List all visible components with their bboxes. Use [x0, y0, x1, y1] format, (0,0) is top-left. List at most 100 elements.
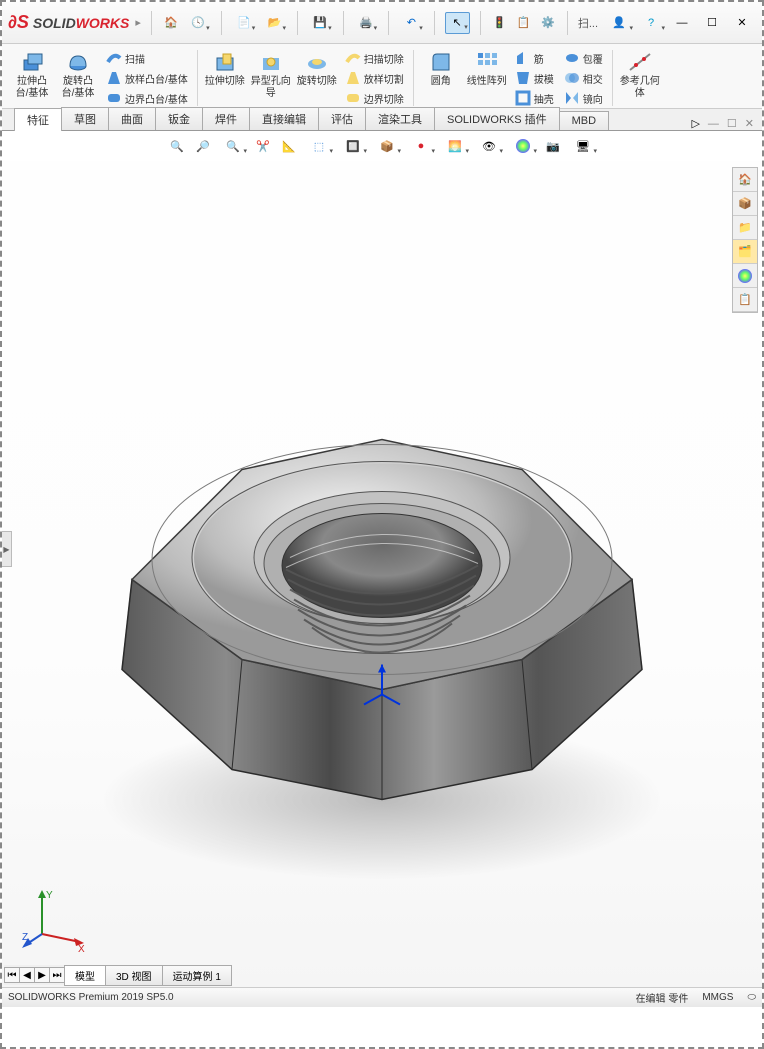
doc-min-icon[interactable]: — [708, 118, 719, 130]
view-toolbar: 🔍 🔎 🔍 ✂️ 📐 ⬚ 🔲 📦 ● 🌅 👁 📷 🖥 [2, 131, 762, 161]
viewport-3d[interactable]: 🏠 📦 📁 🗂️ 📋 [2, 161, 762, 987]
shell-button[interactable]: 抽壳 [511, 88, 558, 108]
tab-scroll-last-button[interactable]: ⏭ [49, 967, 65, 983]
taskpane-home-button[interactable]: 🏠 [733, 168, 757, 192]
doc-tab-model[interactable]: 模型 [64, 965, 106, 986]
linear-pattern-button[interactable]: 线性阵列 [465, 48, 509, 90]
status-extra-icon[interactable]: ⬭ [747, 992, 756, 1003]
search-label[interactable]: 扫... [578, 15, 598, 31]
tab-scroll-next-button[interactable]: ▶ [34, 967, 50, 983]
extrude-cut-button[interactable]: 拉伸切除 [203, 48, 247, 90]
doc-expand-icon[interactable]: ▷ [691, 117, 699, 130]
apply-scene-button[interactable]: 🖥 [568, 135, 598, 157]
linear-pattern-icon [475, 50, 499, 74]
orientation-button[interactable]: ⬚ [304, 135, 334, 157]
color-ball-icon [737, 268, 753, 284]
zoom-fit-button[interactable]: 🔍 [166, 135, 188, 157]
home-button[interactable]: 🏠 [162, 12, 180, 34]
tab-surfaces[interactable]: 曲面 [108, 107, 156, 130]
tab-mbd[interactable]: MBD [559, 111, 609, 130]
sweep-button[interactable]: 扫描 [102, 48, 192, 68]
recent-button[interactable]: 🕓 [186, 12, 211, 34]
intersect-button[interactable]: 相交 [560, 68, 607, 88]
user-button[interactable]: 👤 [604, 12, 634, 34]
boundary-boss-button[interactable]: 边界凸台/基体 [102, 88, 192, 108]
fillet-button[interactable]: 圆角 [419, 48, 463, 90]
display-style-button[interactable]: 🔲 [338, 135, 368, 157]
sweep-cut-button[interactable]: 扫描切除 [341, 48, 408, 68]
display-style-icon: 🔲 [346, 140, 360, 153]
feature-tree-flyout-handle[interactable]: ▶ [2, 531, 12, 567]
select-button[interactable]: ↖ [445, 12, 470, 34]
edit-appearance-button[interactable] [508, 135, 538, 157]
boundary-cut-button[interactable]: 边界切除 [341, 88, 408, 108]
zoom-area-button[interactable]: 🔎 [192, 135, 214, 157]
ref-geom-button[interactable]: 参考几何体 [618, 48, 662, 102]
scene-button[interactable]: 🌅 [440, 135, 470, 157]
taskpane-library-button[interactable]: 📁 [733, 216, 757, 240]
tab-render[interactable]: 渲染工具 [365, 107, 435, 130]
wrap-button[interactable]: 包覆 [560, 48, 607, 68]
tab-direct-edit[interactable]: 直接编辑 [249, 107, 319, 130]
tab-evaluate[interactable]: 评估 [318, 107, 366, 130]
revolve-cut-icon [305, 50, 329, 74]
mirror-button[interactable]: 镜向 [560, 88, 607, 108]
boundary-cut-icon [345, 90, 361, 106]
doc-props-button[interactable]: 📋 [515, 12, 533, 34]
expand-arrow-icon[interactable]: ▸ [135, 16, 141, 29]
tab-scroll-first-button[interactable]: ⏮ [4, 967, 20, 983]
user-icon: 👤 [612, 16, 626, 29]
status-units[interactable]: MMGS [702, 992, 733, 1003]
minimize-button[interactable]: — [668, 12, 696, 34]
coordinate-triad[interactable]: Y X Z [22, 884, 92, 957]
help-button[interactable]: ? [636, 12, 666, 34]
wrap-icon [564, 50, 580, 66]
dynamic-annotation-button[interactable]: 📐 [278, 135, 300, 157]
tab-addins[interactable]: SOLIDWORKS 插件 [434, 107, 560, 130]
view-settings-button[interactable]: 👁 [474, 135, 504, 157]
new-button[interactable]: 📄 [231, 12, 256, 34]
taskpane-view-palette-button[interactable]: 🗂️ [733, 240, 757, 264]
minimize-icon: — [677, 17, 688, 29]
appearance-button[interactable]: ● [406, 135, 436, 157]
loft-cut-button[interactable]: 放样切割 [341, 68, 408, 88]
extrude-boss-button[interactable]: 拉伸凸台/基体 [10, 48, 54, 102]
mirror-icon [564, 90, 580, 106]
extrude-cut-icon [213, 50, 237, 74]
statusbar: SOLIDWORKS Premium 2019 SP5.0 在编辑 零件 MMG… [2, 987, 762, 1007]
rib-button[interactable]: 筋 [511, 48, 558, 68]
close-icon: ✕ [737, 16, 746, 29]
taskpane-resources-button[interactable]: 📦 [733, 192, 757, 216]
tab-features[interactable]: 特征 [14, 108, 62, 131]
doc-close-icon[interactable]: ✕ [745, 117, 754, 130]
tab-sheetmetal[interactable]: 钣金 [155, 107, 203, 130]
cursor-icon: ↖ [453, 16, 462, 29]
hide-show-button[interactable]: 📦 [372, 135, 402, 157]
close-button[interactable]: ✕ [728, 12, 756, 34]
tab-weldments[interactable]: 焊件 [202, 107, 250, 130]
doc-max-icon[interactable]: ☐ [727, 117, 737, 130]
loft-boss-button[interactable]: 放样凸台/基体 [102, 68, 192, 88]
open-button[interactable]: 📂 [262, 12, 287, 34]
maximize-button[interactable]: ☐ [698, 12, 726, 34]
save-button[interactable]: 💾 [308, 12, 333, 34]
doc-tab-3dview[interactable]: 3D 视图 [105, 965, 163, 986]
prev-view-button[interactable]: 🔍 [218, 135, 248, 157]
settings-button[interactable]: ⚙️ [539, 12, 557, 34]
print-button[interactable]: 🖨️ [353, 12, 378, 34]
loft-cut-icon [345, 70, 361, 86]
taskpane-appearances-button[interactable] [733, 264, 757, 288]
tab-scroll-prev-button[interactable]: ◀ [19, 967, 35, 983]
undo-button[interactable]: ↶ [399, 12, 424, 34]
rebuild-button[interactable]: 🚦 [491, 12, 509, 34]
doc-tab-motion[interactable]: 运动算例 1 [162, 965, 232, 986]
hole-wizard-button[interactable]: 异型孔向导 [249, 48, 293, 102]
tab-sketch[interactable]: 草图 [61, 107, 109, 130]
draft-button[interactable]: 拔模 [511, 68, 558, 88]
taskpane-custom-props-button[interactable]: 📋 [733, 288, 757, 312]
revolve-cut-button[interactable]: 旋转切除 [295, 48, 339, 90]
section-view-button[interactable]: ✂️ [252, 135, 274, 157]
draft-icon [515, 70, 531, 86]
render-tools-button[interactable]: 📷 [542, 135, 564, 157]
revolve-boss-button[interactable]: 旋转凸台/基体 [56, 48, 100, 102]
